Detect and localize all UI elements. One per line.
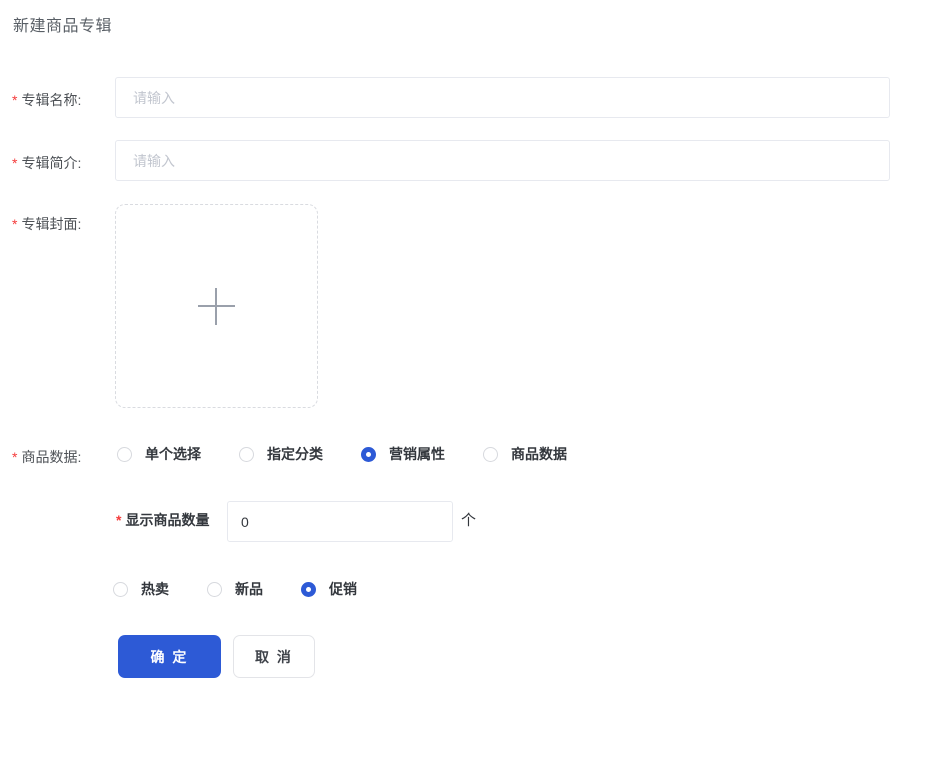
album-name-label: *专辑名称: (12, 90, 112, 110)
display-count-unit: 个 (461, 509, 476, 530)
required-mark: * (116, 512, 121, 528)
radio-option-single-select[interactable]: 单个选择 (117, 444, 201, 464)
product-data-label-text: 商品数据: (21, 449, 81, 465)
marketing-tag-radio-group: 热卖 新品 促销 (113, 575, 357, 603)
required-mark: * (12, 216, 17, 232)
radio-option-specified-category[interactable]: 指定分类 (239, 444, 323, 464)
radio-option-label: 热卖 (141, 579, 169, 599)
display-count-input[interactable] (227, 501, 453, 542)
product-data-label: *商品数据: (12, 447, 112, 467)
album-intro-label: *专辑简介: (12, 153, 112, 173)
radio-option-label: 商品数据 (511, 444, 567, 464)
album-cover-label: *专辑封面: (12, 214, 112, 234)
radio-icon (113, 582, 128, 597)
confirm-button[interactable]: 确 定 (118, 635, 221, 678)
radio-option-new-product[interactable]: 新品 (207, 579, 263, 599)
radio-option-label: 新品 (235, 579, 263, 599)
radio-option-marketing-attribute[interactable]: 营销属性 (361, 444, 445, 464)
cancel-button[interactable]: 取 消 (233, 635, 315, 678)
radio-icon (361, 447, 376, 462)
page-title: 新建商品专辑 (13, 12, 112, 36)
product-data-radio-group: 单个选择 指定分类 营销属性 商品数据 (117, 440, 567, 468)
album-cover-label-text: 专辑封面: (21, 216, 81, 232)
display-count-label: *显示商品数量 (116, 510, 209, 530)
radio-option-label: 营销属性 (389, 444, 445, 464)
radio-option-label: 指定分类 (267, 444, 323, 464)
album-cover-upload[interactable] (115, 204, 318, 408)
radio-option-label: 促销 (329, 579, 357, 599)
album-name-label-text: 专辑名称: (21, 92, 81, 108)
display-count-label-text: 显示商品数量 (125, 512, 209, 528)
album-name-input[interactable] (115, 77, 890, 118)
radio-icon (239, 447, 254, 462)
radio-option-label: 单个选择 (145, 444, 201, 464)
required-mark: * (12, 449, 17, 465)
radio-option-product-data[interactable]: 商品数据 (483, 444, 567, 464)
plus-icon (198, 288, 235, 325)
radio-icon (301, 582, 316, 597)
radio-icon (483, 447, 498, 462)
album-intro-label-text: 专辑简介: (21, 155, 81, 171)
radio-icon (207, 582, 222, 597)
required-mark: * (12, 155, 17, 171)
radio-option-promotion[interactable]: 促销 (301, 579, 357, 599)
album-intro-input[interactable] (115, 140, 890, 181)
radio-option-hot-sale[interactable]: 热卖 (113, 579, 169, 599)
required-mark: * (12, 92, 17, 108)
radio-icon (117, 447, 132, 462)
